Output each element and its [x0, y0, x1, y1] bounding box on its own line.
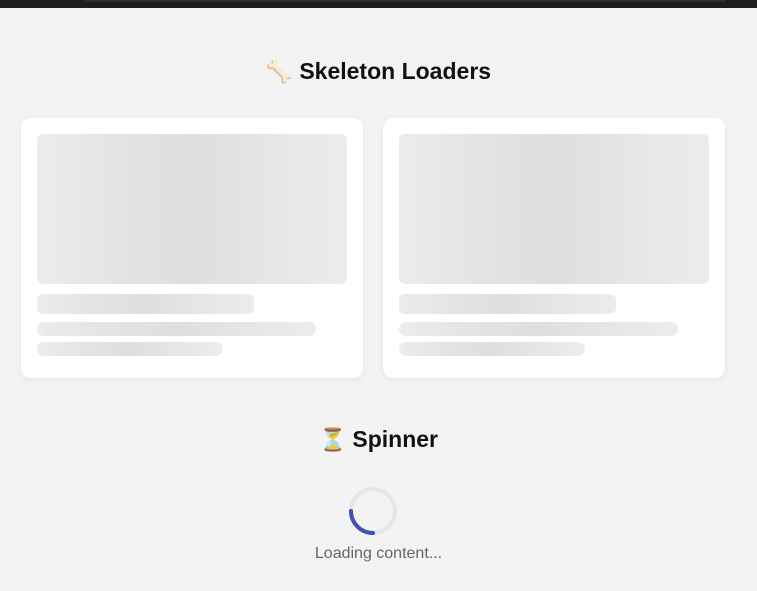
skeleton-image-placeholder: [399, 134, 709, 284]
loading-spinner-icon: [349, 487, 397, 535]
section-title-text: Spinner: [352, 426, 439, 452]
skeleton-title-placeholder: [37, 294, 254, 314]
spinner-arc: [349, 509, 375, 535]
hourglass-icon: ⏳: [318, 428, 347, 453]
skeleton-text-line: [37, 322, 316, 336]
skeleton-title-placeholder: [399, 294, 616, 314]
top-bar-address-strip: [84, 0, 726, 2]
section-title-skeleton-loaders: 🦴 Skeleton Loaders: [0, 58, 757, 85]
bone-icon: 🦴: [265, 60, 294, 85]
skeleton-image-placeholder: [37, 134, 347, 284]
skeleton-card: [21, 118, 363, 378]
skeleton-text-line: [399, 342, 585, 356]
skeleton-text-line: [399, 322, 678, 336]
top-bar: [0, 0, 757, 8]
loading-status-text: Loading content...: [314, 545, 443, 562]
skeleton-text-line: [37, 342, 223, 356]
section-title-spinner: ⏳ Spinner: [0, 426, 757, 453]
section-title-text: Skeleton Loaders: [299, 58, 492, 84]
skeleton-card: [383, 118, 725, 378]
